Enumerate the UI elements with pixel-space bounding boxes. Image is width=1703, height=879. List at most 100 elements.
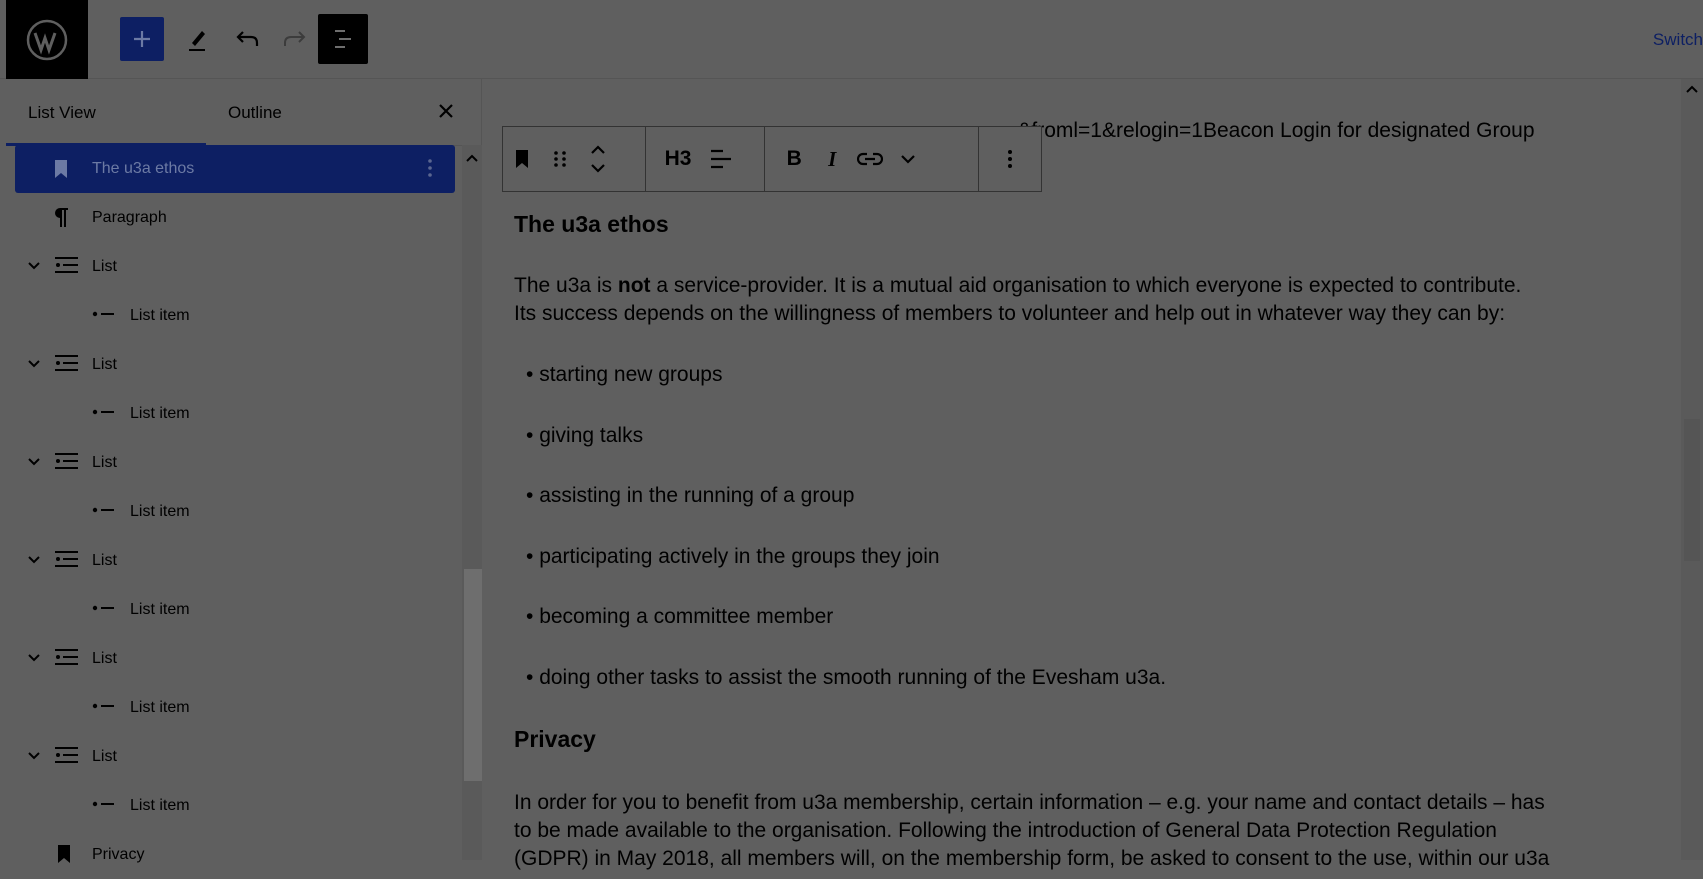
para2-line2: to be made available to the organisation…: [514, 819, 1497, 842]
chevron-down-icon[interactable]: [26, 552, 42, 568]
editor-scrollbar[interactable]: [1681, 79, 1703, 860]
pilcrow-icon: [52, 206, 70, 228]
tree-item-label: List: [92, 355, 117, 373]
sidebar-tabs: List View Outline: [6, 79, 481, 146]
editor-scrollbar-thumb[interactable]: [1684, 419, 1700, 561]
paragraph-privacy[interactable]: In order for you to benefit from u3a mem…: [514, 789, 1549, 873]
para1-prefix: The u3a is: [514, 274, 618, 297]
tree-item-list-item[interactable]: List item: [6, 781, 466, 830]
para1-line2: Its success depends on the willingness o…: [514, 302, 1506, 325]
list-item[interactable]: • starting new groups: [526, 363, 722, 387]
bookmark-icon[interactable]: [503, 139, 541, 179]
options-group: [979, 127, 1041, 191]
heading-privacy[interactable]: Privacy: [514, 726, 596, 753]
tree-item-list[interactable]: List: [6, 732, 466, 781]
wordpress-logo-icon[interactable]: [6, 0, 88, 80]
tree-item-list-item[interactable]: List item: [6, 683, 466, 732]
list-item-text: doing other tasks to assist the smooth r…: [539, 666, 1167, 689]
edit-tools-icon[interactable]: [178, 16, 218, 62]
list-item-text: starting new groups: [539, 363, 723, 386]
tree-item-label: List: [92, 747, 117, 765]
tree-item-list-item[interactable]: List item: [6, 585, 466, 634]
heading-controls: H3: [646, 127, 766, 191]
list-icon: [54, 550, 80, 570]
sidebar-scrollbar-thumb[interactable]: [464, 569, 484, 781]
align-left-icon[interactable]: [702, 139, 740, 179]
list-item[interactable]: • becoming a committee member: [526, 605, 833, 629]
tree-item-paragraph[interactable]: Paragraph: [6, 193, 466, 242]
tree-item-label: List: [92, 453, 117, 471]
undo-icon[interactable]: [228, 16, 268, 62]
list-icon: [54, 648, 80, 668]
bookmark-icon: [53, 159, 69, 179]
chevron-down-icon[interactable]: [26, 258, 42, 274]
tree-item-list[interactable]: List: [6, 438, 466, 487]
tree-item-label: List item: [130, 698, 190, 716]
chevron-down-icon[interactable]: [26, 748, 42, 764]
drag-handle-icon[interactable]: [541, 139, 579, 179]
tree-item-list[interactable]: List: [6, 634, 466, 683]
tree-item-list-item[interactable]: List item: [6, 291, 466, 340]
list-item-icon: [92, 798, 116, 810]
chevron-down-icon[interactable]: [26, 650, 42, 666]
tree-item-label: List: [92, 257, 117, 275]
list-item-icon: [92, 504, 116, 516]
redo-icon[interactable]: [274, 16, 314, 62]
chevron-down-icon[interactable]: [889, 139, 927, 179]
editor-canvas: – –––– ––– – –––––– – –– – – ––– –– – –&…: [482, 79, 1703, 870]
tree-item-label: List item: [130, 502, 190, 520]
block-toolbar: H3 B I: [502, 126, 1042, 192]
tab-list-view[interactable]: List View: [28, 103, 96, 123]
chevron-down-icon[interactable]: [26, 454, 42, 470]
more-options-icon[interactable]: [427, 157, 433, 179]
list-icon: [54, 746, 80, 766]
list-item-text: becoming a committee member: [539, 605, 834, 628]
tree-item-label: List item: [130, 796, 190, 814]
document-overview-button[interactable]: [318, 14, 368, 64]
list-item-text: giving talks: [539, 424, 644, 447]
scroll-up-icon[interactable]: [1686, 85, 1698, 93]
tree-item-label: List item: [130, 600, 190, 618]
tree-item-list-item[interactable]: List item: [6, 389, 466, 438]
close-icon[interactable]: [432, 97, 460, 125]
heading-u3a-ethos[interactable]: The u3a ethos: [514, 211, 669, 238]
switch-link[interactable]: Switch: [1653, 30, 1703, 50]
tree-item-heading[interactable]: Privacy: [6, 830, 466, 879]
top-toolbar: Switch: [0, 0, 1703, 80]
italic-button[interactable]: I: [813, 139, 851, 179]
list-item-icon: [92, 308, 116, 320]
list-item-text: participating actively in the groups the…: [539, 545, 940, 568]
format-controls: B I: [765, 127, 980, 191]
tree-item-label: List: [92, 649, 117, 667]
tree-item-heading[interactable]: The u3a ethos: [15, 145, 455, 193]
para2-line3: (GDPR) in May 2018, all members will, on…: [514, 847, 1550, 870]
tree-item-list[interactable]: List: [6, 242, 466, 291]
para1-rest: a service-provider. It is a mutual aid o…: [650, 274, 1522, 297]
chevron-down-icon[interactable]: [26, 356, 42, 372]
tree-item-label: List item: [130, 306, 190, 324]
more-options-icon[interactable]: [991, 139, 1029, 179]
tree-item-list[interactable]: List: [6, 340, 466, 389]
tree-item-list[interactable]: List: [6, 536, 466, 585]
tree-item-list-item[interactable]: List item: [6, 487, 466, 536]
list-item[interactable]: • participating actively in the groups t…: [526, 545, 940, 569]
list-item[interactable]: • assisting in the running of a group: [526, 484, 854, 508]
tree-item-label: Paragraph: [92, 208, 167, 226]
paragraph-ethos[interactable]: The u3a is not a service-provider. It is…: [514, 272, 1521, 328]
bookmark-icon: [56, 844, 72, 864]
tree-item-label: List item: [130, 404, 190, 422]
list-view-sidebar: List View Outline The u3a ethos Paragrap…: [6, 79, 484, 863]
heading-level-button[interactable]: H3: [654, 139, 702, 179]
tab-outline[interactable]: Outline: [228, 103, 282, 123]
list-item[interactable]: • doing other tasks to assist the smooth…: [526, 666, 1166, 690]
move-up-down-icon[interactable]: [579, 139, 617, 179]
add-block-button[interactable]: [120, 17, 164, 61]
link-icon[interactable]: [851, 139, 889, 179]
block-mover-group: [503, 127, 647, 191]
list-item-text: assisting in the running of a group: [539, 484, 855, 507]
link-text[interactable]: &froml=1&relogin=1Beacon Login for desig…: [1017, 119, 1534, 142]
list-item-icon: [92, 406, 116, 418]
scroll-up-icon[interactable]: [466, 149, 478, 167]
list-item[interactable]: • giving talks: [526, 424, 643, 448]
bold-button[interactable]: B: [775, 139, 813, 179]
